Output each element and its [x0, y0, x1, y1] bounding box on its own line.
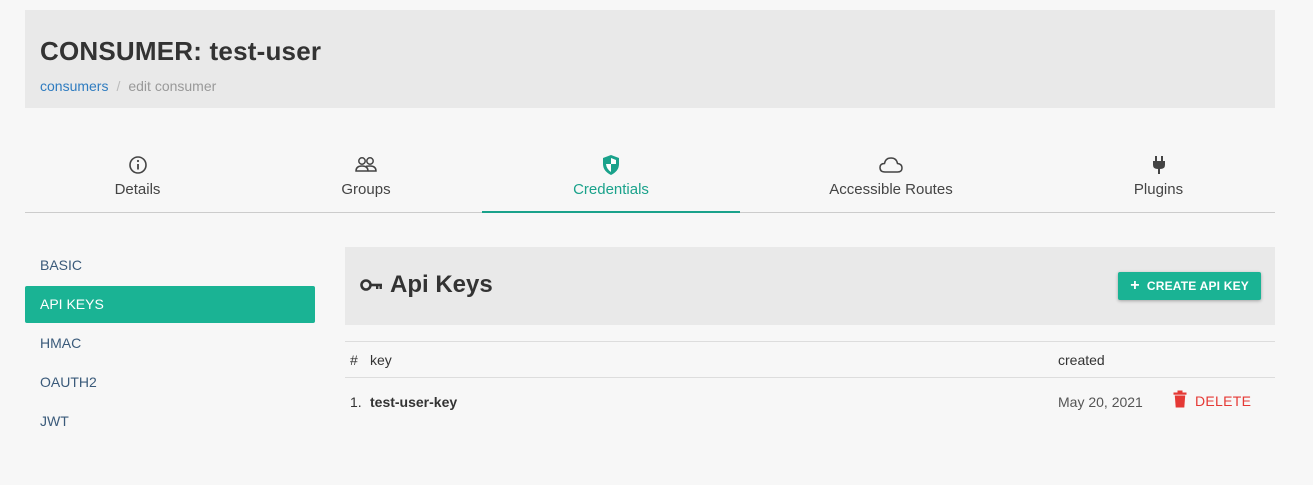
tab-groups-label: Groups: [341, 181, 391, 198]
page-title: CONSUMER: test-user: [40, 36, 322, 66]
row-key: test-user-key: [370, 394, 458, 410]
plus-icon: +: [1130, 277, 1140, 294]
tab-accessible-routes[interactable]: Accessible Routes: [740, 142, 1042, 213]
header-key: key: [370, 352, 392, 368]
tab-accessible-routes-label: Accessible Routes: [829, 181, 953, 198]
delete-label: DELETE: [1195, 392, 1252, 409]
header-created: created: [1058, 352, 1105, 368]
sidebar-item-hmac[interactable]: HMAC: [25, 325, 315, 362]
plug-icon: [1151, 154, 1167, 176]
api-keys-panel-header: Api Keys + CREATE API KEY: [345, 247, 1275, 325]
cloud-icon: [878, 154, 904, 176]
users-icon: [354, 154, 378, 176]
tab-plugins[interactable]: Plugins: [1042, 142, 1275, 213]
credentials-sidebar: BASIC API KEYS HMAC OAUTH2 JWT: [25, 247, 315, 442]
breadcrumb: consumers / edit consumer: [40, 78, 216, 94]
key-icon: [360, 271, 390, 299]
tab-credentials-label: Credentials: [573, 181, 649, 198]
panel-title-text: Api Keys: [390, 271, 493, 298]
tab-plugins-label: Plugins: [1133, 181, 1184, 198]
api-keys-table: # key created 1. test-user-key May 20, 2…: [345, 341, 1275, 426]
sidebar-item-jwt[interactable]: JWT: [25, 403, 315, 440]
table-row: 1. test-user-key May 20, 2021 DELETE: [345, 378, 1275, 426]
breadcrumb-current: edit consumer: [128, 78, 217, 94]
create-api-key-label: CREATE API KEY: [1146, 279, 1249, 293]
tab-details[interactable]: Details: [25, 142, 250, 213]
sidebar-item-oauth2[interactable]: OAUTH2: [25, 364, 315, 401]
tab-groups[interactable]: Groups: [250, 142, 482, 213]
breadcrumb-consumers-link[interactable]: consumers: [40, 78, 108, 94]
header-num: #: [350, 352, 358, 368]
row-created: May 20, 2021: [1058, 394, 1143, 410]
info-icon: [128, 154, 148, 176]
sidebar-item-api-keys[interactable]: API KEYS: [25, 286, 315, 323]
create-api-key-button[interactable]: + CREATE API KEY: [1118, 272, 1261, 300]
breadcrumb-separator: /: [116, 78, 121, 94]
row-num: 1.: [350, 394, 362, 410]
shield-icon: [601, 154, 621, 176]
panel-title: Api Keys: [360, 271, 493, 299]
sidebar-item-basic[interactable]: BASIC: [25, 247, 315, 284]
table-header: # key created: [345, 341, 1275, 378]
tab-credentials[interactable]: Credentials: [482, 142, 740, 213]
delete-button[interactable]: DELETE: [1173, 390, 1251, 411]
trash-icon: [1173, 390, 1187, 411]
tab-details-label: Details: [114, 181, 161, 198]
consumer-tabs: Details Groups Credentials Accessible Ro…: [25, 142, 1275, 213]
page-header: CONSUMER: test-user consumers / edit consu…: [25, 10, 1275, 108]
